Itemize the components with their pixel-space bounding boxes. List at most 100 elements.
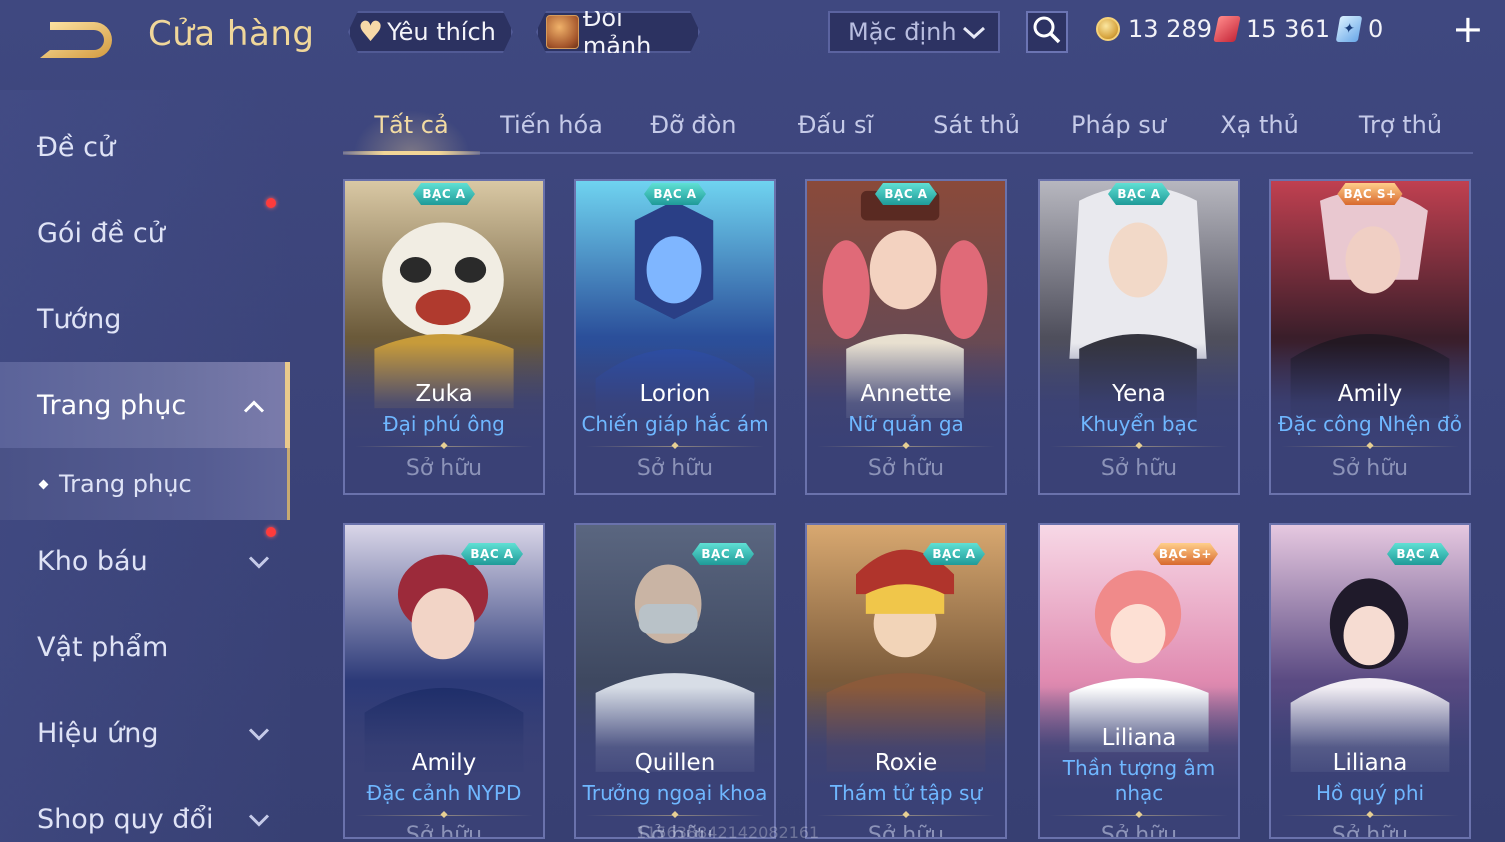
hero-name: Yena [1112, 381, 1166, 407]
voucher-amount: 0 [1368, 15, 1384, 43]
hero-name: Amily [1337, 381, 1403, 407]
exchange-shards-button[interactable]: Đổi mảnh [536, 11, 700, 53]
hero-name: Roxie [874, 750, 938, 776]
skin-name: Chiến giáp hắc ám [581, 412, 769, 436]
rank-badge: BẠC S+ [1153, 543, 1218, 565]
favorite-button[interactable]: ♥ Yêu thích [348, 11, 513, 53]
watermark-id: 115638842142082161 [636, 823, 820, 842]
ownership-status: Sở hữu [1331, 456, 1409, 481]
exchange-label: Đổi mảnh [582, 4, 652, 60]
sidebar-item-exchange-shop[interactable]: Shop quy đổi [0, 776, 290, 842]
rank-badge: BẠC A [692, 543, 754, 565]
skin-name: Đại phú ông [383, 412, 505, 436]
tab-label: Tiến hóa [500, 111, 603, 139]
tab-evolution[interactable]: Tiến hóa [483, 100, 620, 150]
tab-label: Trợ thủ [1358, 111, 1443, 139]
skin-name: Thần tượng âm nhạc [1062, 756, 1216, 805]
sidebar-item-label: Vật phẩm [37, 631, 169, 663]
skin-card[interactable]: BẠC A Annette Nữ quản ga Sở hữu [805, 179, 1007, 495]
sidebar-item-label: Kho báu [37, 545, 148, 577]
sort-dropdown[interactable]: Mặc định [828, 11, 1000, 53]
heart-icon: ♥ [358, 15, 384, 48]
sidebar-item-bundles[interactable]: Gói đề cử [0, 190, 290, 276]
card-divider [586, 446, 764, 447]
treasure-chest-icon [546, 15, 579, 49]
chevron-down-icon [962, 18, 986, 46]
hero-name: Lorion [639, 381, 711, 407]
sidebar-item-label: Gói đề cử [37, 217, 165, 249]
active-tab-underline [343, 151, 480, 155]
tab-tank[interactable]: Đỡ đòn [625, 100, 762, 150]
hero-name: Zuka [415, 381, 473, 407]
sidebar-item-skins[interactable]: Trang phục [0, 362, 290, 448]
bullet-icon [38, 479, 49, 489]
ownership-status: Sở hữu [867, 823, 945, 839]
sidebar-item-recommended[interactable]: Đề cử [0, 104, 290, 190]
back-arrow-icon[interactable] [36, 18, 118, 62]
rank-badge: BẠC A [875, 183, 937, 205]
skin-name: Hồ quý phi [1315, 781, 1425, 805]
rank-badge: BẠC A [1108, 183, 1170, 205]
card-divider [586, 815, 764, 816]
skin-card[interactable]: BẠC A Roxie Thám tử tập sự Sở hữu [805, 523, 1007, 839]
skin-card[interactable]: BẠC S+ Liliana Thần tượng âm nhạc Sở hữu [1038, 523, 1240, 839]
sidebar-item-label: Shop quy đổi [37, 803, 214, 835]
skin-card[interactable]: BẠC S+ Amily Đặc công Nhện đỏ Sở hữu [1269, 179, 1471, 495]
gold-coin-icon [1096, 17, 1120, 41]
skin-name: Đặc cảnh NYPD [366, 781, 522, 805]
chevron-down-icon [248, 546, 270, 577]
add-currency-button[interactable]: + [1452, 10, 1484, 48]
gem-amount: 15 361 [1246, 15, 1330, 43]
gold-balance: 13 289 [1096, 14, 1212, 44]
skin-card[interactable]: BẠC A Zuka Đại phú ông Sở hữu [343, 179, 545, 495]
sidebar-item-label: Hiệu ứng [37, 717, 159, 749]
skin-card[interactable]: BẠC A Quillen Trưởng ngoại khoa Sở hữu [574, 523, 776, 839]
chevron-down-icon [248, 804, 270, 835]
rank-badge: BẠC A [461, 543, 523, 565]
tab-support[interactable]: Trợ thủ [1332, 100, 1469, 150]
sidebar-item-label: Trang phục [37, 389, 187, 421]
tab-fighter[interactable]: Đấu sĩ [767, 100, 904, 150]
category-tabs: Tất cả Tiến hóa Đỡ đòn Đấu sĩ Sát thủ Ph… [343, 100, 1473, 155]
tab-assassin[interactable]: Sát thủ [908, 100, 1045, 150]
sidebar-item-treasure[interactable]: Kho báu [0, 518, 290, 604]
search-button[interactable] [1026, 11, 1068, 53]
sidebar-subitem-skins[interactable]: Trang phục [0, 448, 290, 520]
tab-marksman[interactable]: Xạ thủ [1191, 100, 1328, 150]
tab-mage[interactable]: Pháp sư [1050, 100, 1187, 150]
notification-dot [266, 527, 276, 537]
tab-label: Sát thủ [933, 111, 1020, 139]
ownership-status: Sở hữu [405, 456, 483, 481]
ownership-status: Sở hữu [1100, 823, 1178, 839]
sidebar-item-label: Trang phục [59, 470, 192, 498]
skin-card[interactable]: BẠC A Lorion Chiến giáp hắc ám Sở hữu [574, 179, 776, 495]
red-gem-icon [1213, 16, 1241, 42]
skin-card[interactable]: BẠC A Amily Đặc cảnh NYPD Sở hữu [343, 523, 545, 839]
sidebar-item-effects[interactable]: Hiệu ứng [0, 690, 290, 776]
chevron-down-icon [248, 718, 270, 749]
card-divider [355, 446, 533, 447]
skin-card[interactable]: BẠC A Liliana Hồ quý phi Sở hữu [1269, 523, 1471, 839]
card-divider [355, 815, 533, 816]
ownership-status: Sở hữu [867, 456, 945, 481]
rank-badge: BẠC A [923, 543, 985, 565]
tab-label: Đấu sĩ [797, 111, 874, 139]
rank-badge: BẠC A [644, 183, 706, 205]
sidebar: Đề cử Gói đề cử Tướng Trang phục Trang p… [0, 90, 290, 842]
gem-balance: 15 361 [1213, 14, 1330, 44]
ownership-status: Sở hữu [405, 823, 483, 839]
sidebar-item-label: Tướng [37, 303, 122, 335]
chevron-up-icon [243, 390, 265, 421]
skin-card[interactable]: BẠC A Yena Khuyển bạc Sở hữu [1038, 179, 1240, 495]
card-divider [1281, 815, 1459, 816]
tab-label: Tất cả [374, 111, 449, 139]
ownership-status: Sở hữu [1331, 823, 1409, 839]
notification-dot [266, 198, 276, 208]
hero-name: Liliana [1332, 750, 1408, 776]
tab-all[interactable]: Tất cả [343, 100, 480, 150]
sidebar-item-items[interactable]: Vật phẩm [0, 604, 290, 690]
gold-amount: 13 289 [1128, 15, 1212, 43]
skin-name: Thám tử tập sự [829, 781, 983, 805]
card-divider [817, 815, 995, 816]
sidebar-item-heroes[interactable]: Tướng [0, 276, 290, 362]
